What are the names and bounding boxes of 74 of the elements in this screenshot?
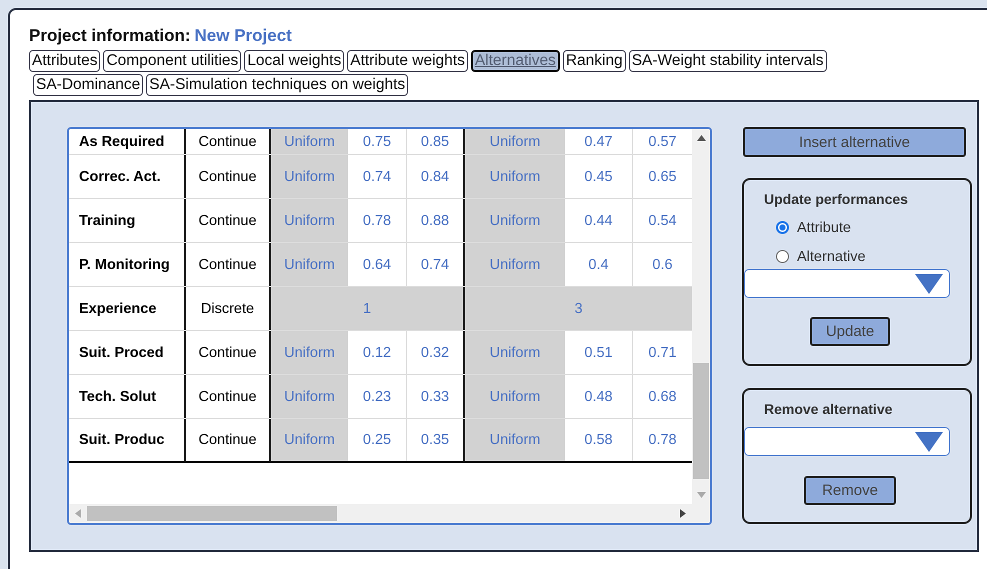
table-cell: Uniform — [465, 129, 565, 154]
tab[interactable]: Component utilities — [103, 50, 242, 72]
table-cell: Uniform — [271, 155, 348, 198]
tab[interactable]: SA-Dominance — [33, 74, 144, 96]
scrollbar-thumb[interactable] — [693, 363, 709, 479]
table-cell: 0.75 — [348, 129, 407, 154]
remove-button[interactable]: Remove — [804, 476, 896, 505]
table-cell: 0.12 — [348, 331, 407, 374]
table-cell: Uniform — [465, 419, 565, 461]
table-cell: P. Monitoring — [69, 243, 186, 286]
table-cell: Uniform — [271, 419, 348, 461]
table-cell: Uniform — [271, 331, 348, 374]
scrollbar-thumb[interactable] — [86, 506, 337, 521]
table-cell-text: 0.6 — [651, 256, 674, 274]
table-cell: Tech. Solut — [69, 375, 186, 418]
scroll-up-icon[interactable] — [696, 135, 706, 141]
update-button[interactable]: Update — [810, 317, 890, 346]
table-cell: Uniform — [465, 155, 565, 198]
table-cell-text: 0.57 — [647, 132, 678, 152]
table-cell: 0.48 — [565, 375, 633, 418]
project-name: New Project — [194, 26, 292, 45]
table-cell: Uniform — [465, 375, 565, 418]
table-cell: 1 — [271, 287, 465, 330]
table-cell: As Required — [69, 129, 186, 154]
table-cell: Uniform — [465, 331, 565, 374]
dropdown[interactable] — [744, 269, 950, 298]
table-cell-text: 0.65 — [647, 168, 678, 186]
section-title: Update performances — [764, 191, 909, 207]
table-cell: 0.51 — [565, 331, 633, 374]
radio-button[interactable] — [776, 221, 789, 234]
table-cell: 0.25 — [348, 419, 407, 461]
table-cell: 0.4 — [565, 243, 633, 286]
tab[interactable]: Attributes — [29, 50, 100, 72]
table-cell: 0.78 — [348, 199, 407, 242]
scroll-right-icon[interactable] — [680, 509, 686, 518]
table-cell: Uniform — [271, 243, 348, 286]
table-cell: Training — [69, 199, 186, 242]
radio-button[interactable] — [776, 250, 789, 263]
radio-option[interactable]: Alternative — [776, 242, 960, 271]
table-cell: 0.45 — [565, 155, 633, 198]
section-title: Remove alternative — [764, 401, 894, 417]
table-cell: Uniform — [465, 243, 565, 286]
table-cell: Correc. Act. — [69, 155, 186, 198]
dropdown-arrow-icon — [915, 274, 943, 294]
insert-alternative-button[interactable]: Insert alternative — [743, 127, 966, 157]
project-label: Project information: — [29, 26, 191, 45]
vertical-scrollbar[interactable] — [692, 129, 710, 504]
table-cell: 0.64 — [348, 243, 407, 286]
tab[interactable]: Attribute weights — [347, 50, 468, 72]
table-cell: Uniform — [271, 199, 348, 242]
table-cell: Uniform — [271, 375, 348, 418]
table-cell: 0.47 — [565, 129, 633, 154]
table-cell-text: 0.68 — [647, 388, 678, 406]
radio-option[interactable]: Attribute — [776, 213, 960, 242]
table-cell: 0.74 — [348, 155, 407, 198]
horizontal-scrollbar[interactable] — [69, 504, 710, 523]
table-cell: 3 — [465, 287, 692, 330]
table-cell-text: 0.78 — [647, 431, 678, 450]
dropdown[interactable] — [744, 427, 950, 456]
table-cell: Uniform — [271, 129, 348, 154]
table-cell: 0.23 — [348, 375, 407, 418]
tab[interactable]: SA-Simulation techniques on weights — [146, 74, 408, 96]
tab[interactable]: SA-Weight stability intervals — [628, 50, 826, 72]
table-cell: Suit. Proced — [69, 331, 186, 374]
table-cell: Uniform — [465, 199, 565, 242]
table-cell: Suit. Produc — [69, 419, 186, 461]
table-cell: Experience — [69, 287, 186, 330]
dropdown-arrow-icon — [915, 432, 943, 452]
table-cell-text: 0.54 — [647, 212, 678, 230]
table-cell: 0.44 — [565, 199, 633, 242]
tab[interactable]: Ranking — [562, 50, 626, 72]
table-cell-text: 0.71 — [647, 344, 678, 362]
table-cell: 0.58 — [565, 419, 633, 461]
tab[interactable]: Local weights — [244, 50, 344, 72]
